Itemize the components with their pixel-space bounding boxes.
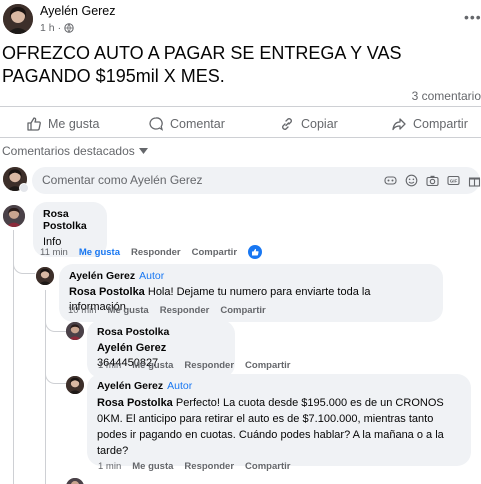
comment-time[interactable]: 10 min xyxy=(68,305,97,316)
copy-label: Copiar xyxy=(301,117,338,131)
like-icon xyxy=(27,117,41,131)
commenter-avatar[interactable] xyxy=(36,267,54,285)
comment-count[interactable]: 3 comentario xyxy=(412,89,481,103)
globe-icon xyxy=(64,23,74,33)
author-avatar[interactable] xyxy=(3,4,33,34)
thread-line xyxy=(45,372,67,384)
svg-text:GIF: GIF xyxy=(450,179,458,184)
commenter-avatar[interactable] xyxy=(66,322,84,340)
comment-meta: 1 min Me gusta Responder Compartir xyxy=(98,461,290,472)
divider xyxy=(0,137,481,138)
commenter-avatar[interactable] xyxy=(3,205,25,227)
author-name[interactable]: Ayelén Gerez xyxy=(40,4,116,18)
camera-icon[interactable] xyxy=(426,174,439,187)
author-badge: Autor xyxy=(167,380,193,392)
gift-icon[interactable] xyxy=(468,174,481,187)
share-label: Compartir xyxy=(413,117,468,131)
copy-button[interactable]: Copiar xyxy=(279,114,338,134)
comment-input[interactable]: Comentar como Ayelén Gerez xyxy=(42,173,203,187)
like-button[interactable]: Me gusta xyxy=(26,114,99,134)
comment-author[interactable]: Ayelén Gerez xyxy=(69,270,135,282)
comment-time[interactable]: 11 min xyxy=(40,247,68,258)
comment-input-box[interactable]: Comentar como Ayelén Gerez GIF xyxy=(32,167,481,194)
comment-like-button[interactable]: Me gusta xyxy=(132,360,173,371)
comment-meta: 1 min Me gusta Responder Compartir xyxy=(98,360,290,371)
caret-down-icon xyxy=(138,148,148,154)
comment-bubble: Ayelén Gerez Autor Rosa Postolka Perfecto… xyxy=(87,374,471,466)
post-text: OFREZCO AUTO A PAGAR SE ENTREGA Y VAS PA… xyxy=(2,43,402,86)
comment-reply-button[interactable]: Responder xyxy=(184,461,234,472)
comment-text-line: Rosa Postolka Perfecto! La cuota desde $… xyxy=(97,395,461,459)
comment-mention[interactable]: Ayelén Gerez xyxy=(97,342,166,354)
comment-time[interactable]: 1 min xyxy=(98,461,121,472)
comment-time[interactable]: 1 min xyxy=(98,360,121,371)
comment-author[interactable]: Ayelén Gerez xyxy=(97,380,163,392)
post-time-label: 1 h xyxy=(40,22,55,34)
comment-reply-button[interactable]: Responder xyxy=(131,247,181,258)
post-time-separator: · xyxy=(57,22,62,34)
comment-author[interactable]: Rosa Postolka xyxy=(97,326,225,338)
comment-author-line: Ayelén Gerez Autor xyxy=(97,380,461,392)
featured-comments-dropdown[interactable]: Comentarios destacados xyxy=(2,144,148,158)
thread-line xyxy=(45,318,67,332)
comment-share-button[interactable]: Compartir xyxy=(192,247,237,258)
author-badge: Autor xyxy=(139,270,165,282)
divider xyxy=(0,106,481,107)
comment-button[interactable]: Comentar xyxy=(148,114,225,134)
thread-line xyxy=(13,262,35,274)
comment-like-button[interactable]: Me gusta xyxy=(108,305,149,316)
like-label: Me gusta xyxy=(48,117,100,131)
commenter-avatar[interactable] xyxy=(66,376,84,394)
comment-mention[interactable]: Rosa Postolka xyxy=(69,286,145,298)
sticker-icon[interactable] xyxy=(384,174,397,187)
comment-reply-button[interactable]: Responder xyxy=(160,305,210,316)
more-options-icon[interactable]: ••• xyxy=(464,9,481,25)
link-icon xyxy=(282,118,292,130)
emoji-icon[interactable] xyxy=(405,174,418,187)
comment-meta: 10 min Me gusta Responder Compartir xyxy=(68,305,266,316)
comment-reply-button[interactable]: Responder xyxy=(184,360,234,371)
avatar-chevron-icon xyxy=(19,183,29,193)
comment-share-button[interactable]: Compartir xyxy=(220,305,265,316)
share-icon xyxy=(392,118,406,131)
comment-like-button[interactable]: Me gusta xyxy=(132,461,173,472)
comment-meta: 11 min Me gusta Responder Compartir xyxy=(40,245,263,259)
comment-share-button[interactable]: Compartir xyxy=(245,360,290,371)
gif-icon[interactable]: GIF xyxy=(447,174,460,187)
comment-author[interactable]: Rosa Postolka xyxy=(43,208,97,232)
featured-label: Comentarios destacados xyxy=(2,144,135,158)
share-button[interactable]: Compartir xyxy=(391,114,468,134)
comment-icon xyxy=(149,117,164,131)
comment-share-button[interactable]: Compartir xyxy=(245,461,290,472)
commenter-avatar[interactable] xyxy=(66,478,84,484)
comment-like-button[interactable]: Me gusta xyxy=(79,247,120,258)
comment-mention[interactable]: Rosa Postolka xyxy=(97,397,173,409)
comment-label: Comentar xyxy=(170,117,225,131)
post-time[interactable]: 1 h · xyxy=(40,22,74,34)
like-reaction-icon[interactable] xyxy=(248,245,263,259)
comment-author-line: Ayelén Gerez Autor xyxy=(69,270,433,282)
